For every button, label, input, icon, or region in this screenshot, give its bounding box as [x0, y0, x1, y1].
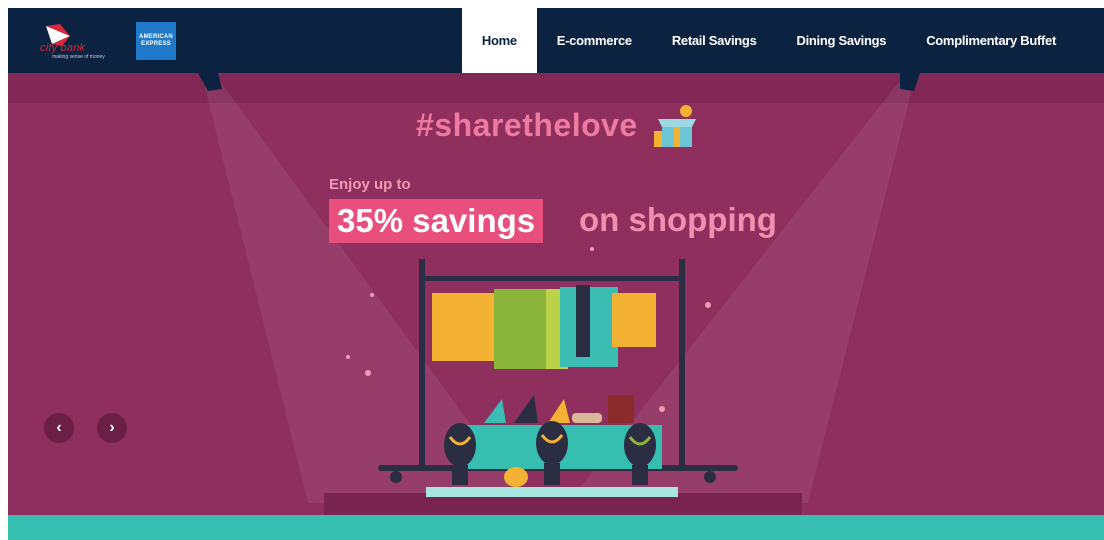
amex-logo-line-1: AMERICAN [139, 34, 173, 40]
nav-item-retail-savings[interactable]: Retail Savings [652, 8, 777, 73]
hero-banner-carousel[interactable]: #sharethelove Enjoy up to 35% savings on… [8, 73, 1104, 515]
carousel-prev-button[interactable]: ‹ [44, 413, 74, 443]
amex-logo-line-2: EXPRESS [141, 41, 171, 47]
rack-bar [419, 276, 685, 281]
nav-item-complimentary-buffet[interactable]: Complimentary Buffet [906, 8, 1076, 73]
city-bank-tagline: making sense of money [52, 54, 105, 60]
yellow-shirt-right [612, 293, 656, 347]
american-express-logo[interactable]: AMERICAN EXPRESS [136, 22, 176, 60]
carousel-next-button[interactable]: › [97, 413, 127, 443]
green-blazer [494, 289, 546, 369]
sneaker [572, 413, 602, 423]
nav-item-dining-savings[interactable]: Dining Savings [777, 8, 907, 73]
city-bank-logo[interactable]: city bank making sense of money [40, 22, 110, 62]
rack-post-left [419, 259, 425, 471]
top-navigation-bar: city bank making sense of money AMERICAN… [8, 8, 1104, 73]
chevron-right-icon: › [109, 419, 115, 436]
offer-suffix-text: on shopping [579, 201, 777, 238]
main-nav: Home E-commerce Retail Savings Dining Sa… [461, 8, 1076, 73]
teal-footer-strip [8, 515, 1104, 540]
offer-intro-text: Enjoy up to [329, 176, 411, 193]
page: city bank making sense of money AMERICAN… [8, 8, 1104, 540]
nav-item-home[interactable]: Home [461, 8, 537, 73]
rack-post-right [679, 259, 685, 471]
offer-highlight-badge: 35% savings [329, 199, 544, 243]
chevron-left-icon: ‹ [56, 419, 62, 436]
nav-item-ecommerce[interactable]: E-commerce [537, 8, 652, 73]
campaign-hashtag: #sharethelove [416, 107, 638, 143]
city-bank-wordmark: city bank [40, 42, 86, 54]
yellow-shirt [432, 293, 494, 361]
yellow-handbag [504, 467, 528, 487]
boot [608, 395, 634, 423]
